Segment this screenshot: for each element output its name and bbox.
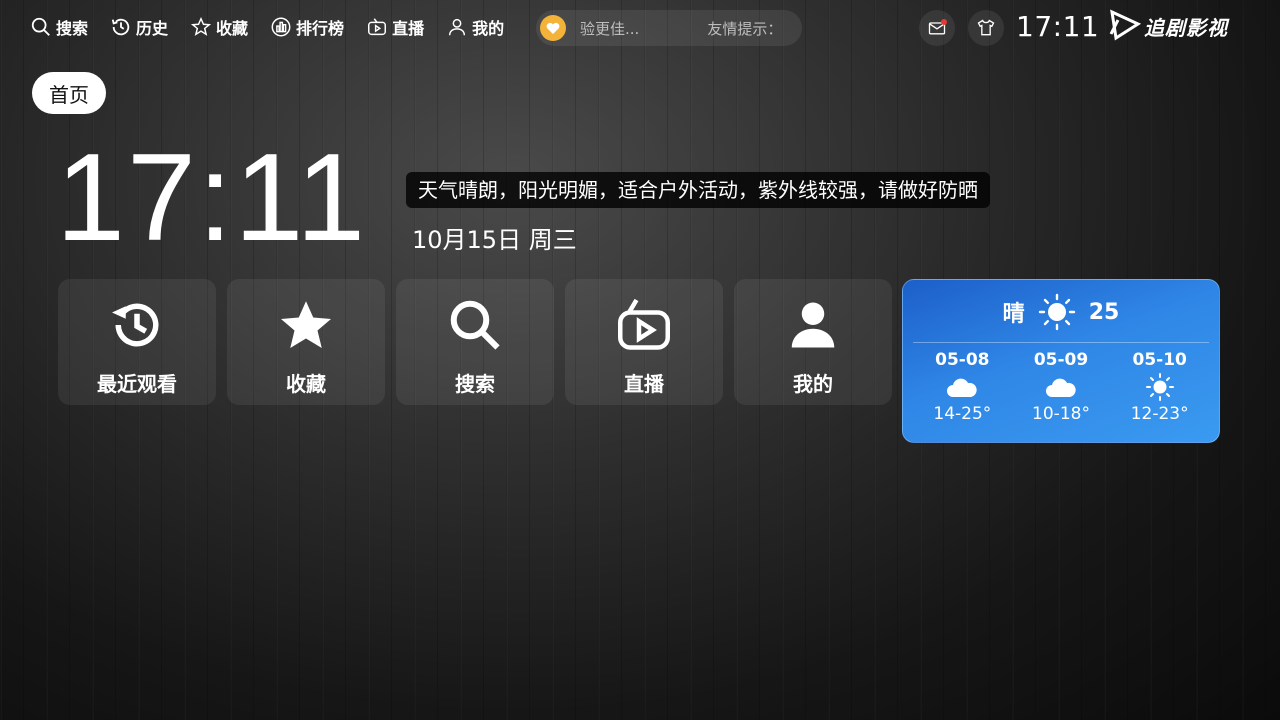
weather-forecast: 05-08 14-25° 05-09 10-18° 05-10 12-23° [913, 350, 1209, 424]
tile-recent-label: 最近观看 [97, 372, 177, 396]
forecast-range: 12-23° [1130, 404, 1189, 424]
cloud-icon [947, 378, 977, 397]
unread-dot [941, 19, 947, 25]
sun-icon [1038, 293, 1075, 331]
forecast-day: 05-09 10-18° [1012, 350, 1111, 424]
top-nav: 搜索 历史 收藏 排行榜 直播 我的 [30, 8, 526, 46]
weather-card[interactable]: 晴 25 05-08 14-25° 05-09 10-18° 05-10 12-… [902, 279, 1220, 443]
weather-temperature: 25 [1088, 299, 1120, 325]
nav-favorites-label: 收藏 [216, 19, 249, 38]
forecast-date: 05-08 [935, 350, 990, 370]
nav-live-label: 直播 [392, 19, 425, 38]
forecast-day: 05-08 14-25° [913, 350, 1012, 424]
sun-icon [1145, 373, 1174, 401]
star-icon [281, 301, 331, 348]
nav-mine-label: 我的 [472, 19, 505, 38]
search-icon [450, 300, 500, 350]
search-icon [31, 17, 50, 36]
skin-button[interactable] [968, 10, 1004, 46]
big-clock: 17:11 [56, 129, 368, 267]
tile-search[interactable]: 搜索 [396, 279, 554, 405]
weather-condition: 晴 [1002, 302, 1025, 327]
top-clock: 17:11 [1016, 10, 1100, 43]
nav-ranking-label: 排行榜 [296, 19, 345, 38]
forecast-day: 05-10 12-23° [1110, 350, 1209, 424]
notice-text: 验更佳... [580, 19, 640, 38]
history-icon [112, 303, 159, 347]
top-bar: 搜索 历史 收藏 排行榜 直播 我的 验更佳... 友情提示： 17:11 追剧… [0, 0, 1280, 54]
message-button[interactable] [919, 10, 955, 46]
shirt-icon [977, 19, 995, 36]
nav-search[interactable]: 搜索 [30, 15, 88, 39]
nav-history[interactable]: 历史 [110, 15, 168, 39]
tab-home[interactable]: 首页 [32, 72, 106, 114]
forecast-range: 10-18° [1032, 404, 1090, 424]
nav-search-label: 搜索 [56, 19, 89, 38]
forecast-date: 05-09 [1033, 350, 1089, 370]
tile-mine[interactable]: 我的 [734, 279, 892, 405]
tile-favorites[interactable]: 收藏 [227, 279, 385, 405]
forecast-date: 05-10 [1132, 350, 1187, 370]
logo-icon [1109, 9, 1142, 41]
user-icon [791, 302, 835, 348]
tv-icon [368, 18, 387, 36]
weather-divider [913, 342, 1209, 343]
tile-recent[interactable]: 最近观看 [58, 279, 216, 405]
nav-favorites[interactable]: 收藏 [190, 15, 248, 39]
nav-mine[interactable]: 我的 [446, 15, 504, 39]
forecast-range: 14-25° [933, 404, 992, 424]
cloud-icon [1046, 378, 1076, 397]
tv-icon [618, 298, 670, 350]
tile-search-label: 搜索 [455, 372, 495, 396]
heart-badge-icon [546, 22, 560, 34]
nav-ranking[interactable]: 排行榜 [270, 15, 344, 39]
star-icon [190, 16, 212, 36]
date-label: 10月15日 周三 [412, 226, 577, 254]
notice-ticker[interactable]: 验更佳... 友情提示： [536, 10, 802, 46]
user-icon [449, 18, 466, 36]
ranking-icon [271, 17, 291, 37]
tile-favorites-label: 收藏 [286, 372, 326, 396]
tile-mine-label: 我的 [793, 372, 833, 396]
logo-text: 追剧影视 [1144, 15, 1228, 40]
history-icon [111, 18, 130, 36]
weather-tip: 天气晴朗，阳光明媚，适合户外活动，紫外线较强，请做好防晒 [406, 172, 990, 208]
app-logo: 追剧影视 [1108, 8, 1228, 44]
nav-history-label: 历史 [136, 19, 169, 38]
weather-now: 晴 25 [903, 292, 1219, 332]
notice-badge [540, 15, 566, 41]
tile-live-label: 直播 [624, 372, 664, 396]
nav-live[interactable]: 直播 [366, 15, 424, 39]
notice-tip: 友情提示： [707, 19, 783, 38]
tile-live[interactable]: 直播 [565, 279, 723, 405]
